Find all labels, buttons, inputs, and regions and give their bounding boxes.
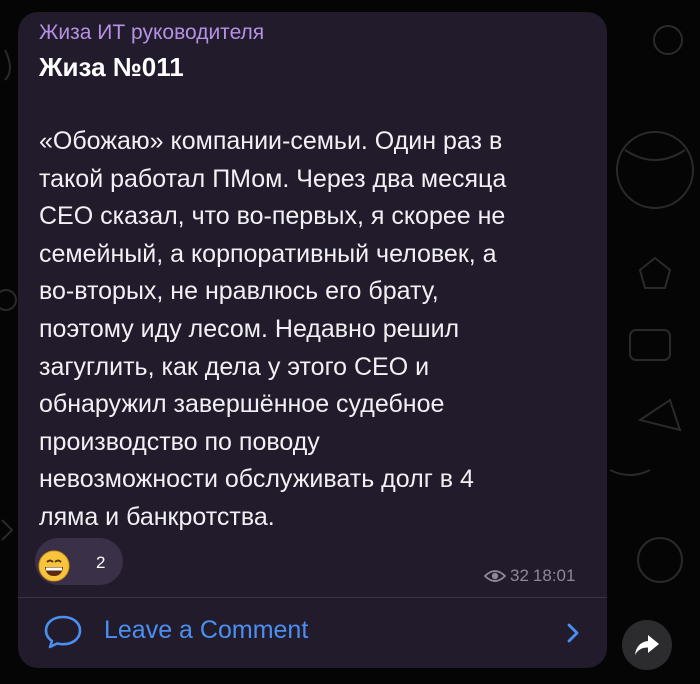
view-count: 32 (510, 566, 529, 585)
message-bubble: Жиза ИТ руководителя Жиза №011 «Обожаю» … (18, 12, 607, 668)
grinning-face-icon (38, 550, 70, 582)
message-meta: 32 18:01 (484, 566, 575, 586)
post-title: Жиза №011 (39, 52, 184, 82)
channel-name[interactable]: Жиза ИТ руководителя (39, 21, 264, 45)
comment-bubble-icon (44, 615, 82, 649)
leave-comment-button[interactable]: Leave a Comment (18, 598, 607, 668)
share-button[interactable] (622, 620, 672, 670)
message-time: 18:01 (532, 566, 576, 585)
reaction-count: 2 (96, 553, 106, 572)
post-body: «Обожаю» компании-семьи. Один раз в тако… (39, 127, 507, 531)
share-arrow-icon (635, 635, 659, 655)
eye-icon (484, 570, 506, 582)
leave-comment-label: Leave a Comment (104, 616, 309, 644)
chevron-right-icon (567, 623, 579, 643)
